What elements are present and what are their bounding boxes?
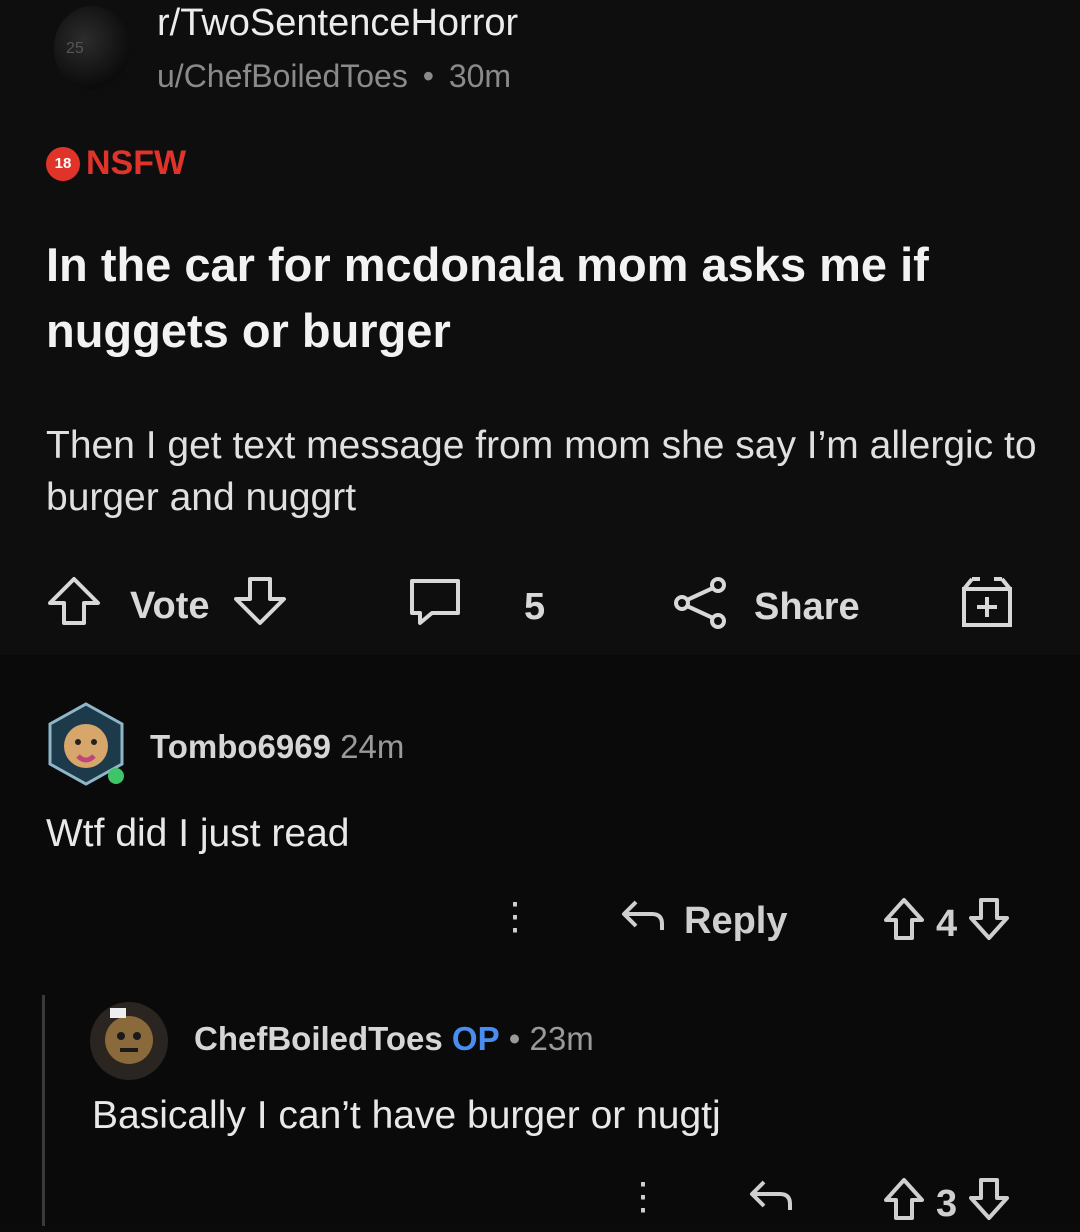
commenter-avatar[interactable] [88,1000,170,1082]
share-label: Share [754,585,860,628]
post-age: 30m [448,58,512,94]
reply-button[interactable] [746,1174,796,1228]
comment-count: 5 [524,585,546,628]
reply-icon [618,894,668,948]
vote-group: Vote [46,575,288,637]
post-title[interactable]: In the car for mcdonala mom asks me if n… [46,232,1056,364]
nsfw-label: NSFW [86,144,187,182]
share-button[interactable]: Share [672,575,860,639]
upvote-icon[interactable] [882,1176,926,1232]
comment-text: Wtf did I just read [46,812,350,855]
award-button[interactable] [958,573,1016,639]
downvote-icon[interactable] [967,896,1011,952]
comment-username[interactable]: ChefBoiledToes [194,1020,443,1057]
comment-vote-group: 3 [882,1176,1011,1232]
comment-vote-group: 4 [882,896,1011,952]
post-action-bar: Vote 5 Share [0,565,1080,637]
comment-header: Tombo6969 24m [150,728,404,766]
more-options-icon[interactable]: ⋮ [624,1178,662,1216]
vote-label: Vote [130,584,210,627]
subreddit-name[interactable]: r/TwoSentenceHorror [157,2,518,45]
comment-score: 4 [936,902,958,945]
reply-button[interactable]: Reply [618,894,787,948]
upvote-icon[interactable] [46,575,102,637]
comment-header: ChefBoiledToes OP • 23m [194,1020,594,1058]
post-body: Then I get text message from mom she say… [46,424,1037,519]
comment-score: 3 [936,1182,958,1225]
commenter-avatar[interactable] [42,700,130,788]
comment-username[interactable]: Tombo6969 [150,728,331,765]
reply-icon [746,1174,796,1228]
reply-label: Reply [684,899,788,942]
downvote-icon[interactable] [232,575,288,637]
meta-separator: • [508,1020,521,1057]
upvote-icon[interactable] [882,896,926,952]
share-icon [672,575,730,639]
downvote-icon[interactable] [967,1176,1011,1232]
award-icon [958,573,1016,639]
nsfw-tag: 18 NSFW [46,144,186,183]
comment-age: 23m [529,1020,594,1057]
comment-text: Basically I can’t have burger or nugtj [92,1094,721,1137]
meta-separator: • [422,58,434,94]
post-meta: u/ChefBoiledToes • 30m [157,58,511,95]
post-card: 25 r/TwoSentenceHorror u/ChefBoiledToes … [0,0,1080,655]
op-badge: OP [451,1020,500,1057]
more-options-icon[interactable]: ⋮ [496,898,534,936]
comment-age: 24m [340,728,405,765]
nsfw-icon: 18 [46,146,80,181]
comments-button[interactable]: 5 [406,575,545,639]
comment-icon [406,575,464,639]
post-author[interactable]: u/ChefBoiledToes [157,58,408,94]
thread-line[interactable] [42,995,45,1226]
subreddit-avatar[interactable]: 25 [54,6,130,90]
